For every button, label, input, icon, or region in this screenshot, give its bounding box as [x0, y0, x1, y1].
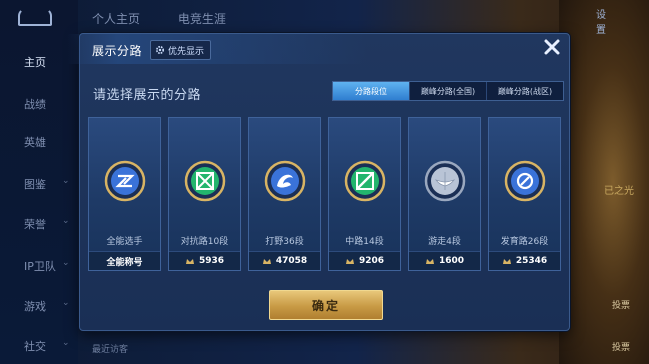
- role-name: 对抗路10段: [180, 237, 229, 247]
- app-logo-icon: [18, 8, 52, 26]
- nav-label: 主页: [24, 56, 46, 69]
- chevron-down-icon: ⌄: [62, 338, 70, 348]
- nav-label: 荣誉: [24, 218, 46, 231]
- jungle-badge-icon: [264, 160, 306, 202]
- lane-card-list: 全能选手 全能称号 对抗路10段 5936 打野36段 47058 中路14段 …: [88, 117, 563, 271]
- tab-peak-lane-national[interactable]: 巅峰分路(全国): [410, 82, 487, 100]
- role-name: 游走4段: [428, 237, 461, 247]
- role-value-text: 1600: [438, 256, 465, 266]
- close-icon: [544, 39, 560, 55]
- chevron-down-icon: ⌄: [62, 298, 70, 308]
- lane-card-allround[interactable]: 全能选手 全能称号: [88, 117, 161, 271]
- role-value-text: 47058: [275, 256, 308, 266]
- role-value: 1600: [409, 251, 480, 270]
- role-value: 全能称号: [89, 251, 160, 270]
- role-value: 5936: [169, 251, 240, 270]
- role-value: 47058: [249, 251, 320, 270]
- role-value: 25346: [489, 251, 560, 270]
- tab-lane-rank[interactable]: 分路段位: [333, 82, 410, 100]
- role-value-text: 5936: [198, 256, 225, 266]
- role-value-text: 25346: [515, 256, 548, 266]
- lane-card-mid[interactable]: 中路14段 9206: [328, 117, 401, 271]
- priority-display-button[interactable]: 优先显示: [150, 40, 212, 60]
- role-name: 发育路26段: [500, 237, 549, 247]
- nav-label: 战绩: [24, 98, 46, 111]
- peak-crown-icon: [502, 259, 511, 264]
- settings-label[interactable]: 设置: [596, 6, 606, 36]
- chevron-down-icon: ⌄: [62, 258, 70, 268]
- dialog-subtitle: 请选择展示的分路: [93, 88, 202, 103]
- peak-crown-icon: [262, 259, 271, 264]
- chevron-down-icon: ⌄: [62, 176, 70, 186]
- nav-label: 游戏: [24, 300, 46, 313]
- role-value-text: 全能称号: [106, 257, 143, 268]
- recent-visitors[interactable]: 最近访客: [92, 342, 128, 355]
- dialog-title: 展示分路: [92, 44, 143, 58]
- role-name: 中路14段: [345, 237, 384, 247]
- chevron-down-icon: ⌄: [62, 216, 70, 226]
- tab-profile[interactable]: 个人主页: [92, 12, 140, 26]
- roam-badge-icon: [424, 160, 466, 202]
- farm-lane-badge-icon: [504, 160, 546, 202]
- peak-crown-icon: [425, 259, 434, 264]
- peak-crown-icon: [185, 259, 194, 264]
- close-button[interactable]: [543, 38, 561, 61]
- lane-card-farm[interactable]: 发育路26段 25346: [488, 117, 561, 271]
- role-name: 全能选手: [106, 237, 143, 247]
- side-text: 已之光: [604, 186, 634, 197]
- tab-peak-lane-region[interactable]: 巅峰分路(战区): [487, 82, 563, 100]
- vote-button[interactable]: 投票: [612, 298, 630, 311]
- display-lane-dialog: 展示分路 优先显示 请选择展示的分路 分路段位 巅峰分路(全国) 巅峰分路(战区…: [67, 33, 570, 331]
- nav-label: IP卫队: [24, 260, 56, 273]
- lane-card-jungle[interactable]: 打野36段 47058: [248, 117, 321, 271]
- role-value-text: 9206: [358, 256, 385, 266]
- mid-lane-badge-icon: [344, 160, 386, 202]
- allround-badge-icon: [104, 160, 146, 202]
- clash-lane-badge-icon: [184, 160, 226, 202]
- peak-crown-icon: [345, 259, 354, 264]
- background-tabs: 个人主页 电竞生涯: [92, 10, 260, 27]
- lane-card-roam[interactable]: 游走4段 1600: [408, 117, 481, 271]
- nav-label: 社交: [24, 340, 46, 353]
- vote-button[interactable]: 投票: [612, 340, 630, 353]
- nav-label: 英雄: [24, 136, 46, 149]
- lane-type-segmented-control: 分路段位 巅峰分路(全国) 巅峰分路(战区): [332, 81, 564, 101]
- role-value: 9206: [329, 251, 400, 270]
- tab-esports[interactable]: 电竞生涯: [178, 12, 226, 26]
- confirm-button[interactable]: 确定: [269, 290, 383, 320]
- role-name: 打野36段: [265, 237, 304, 247]
- priority-display-label: 优先显示: [168, 46, 205, 57]
- lane-card-clash[interactable]: 对抗路10段 5936: [168, 117, 241, 271]
- gear-icon: [155, 45, 165, 55]
- nav-label: 图鉴: [24, 178, 46, 191]
